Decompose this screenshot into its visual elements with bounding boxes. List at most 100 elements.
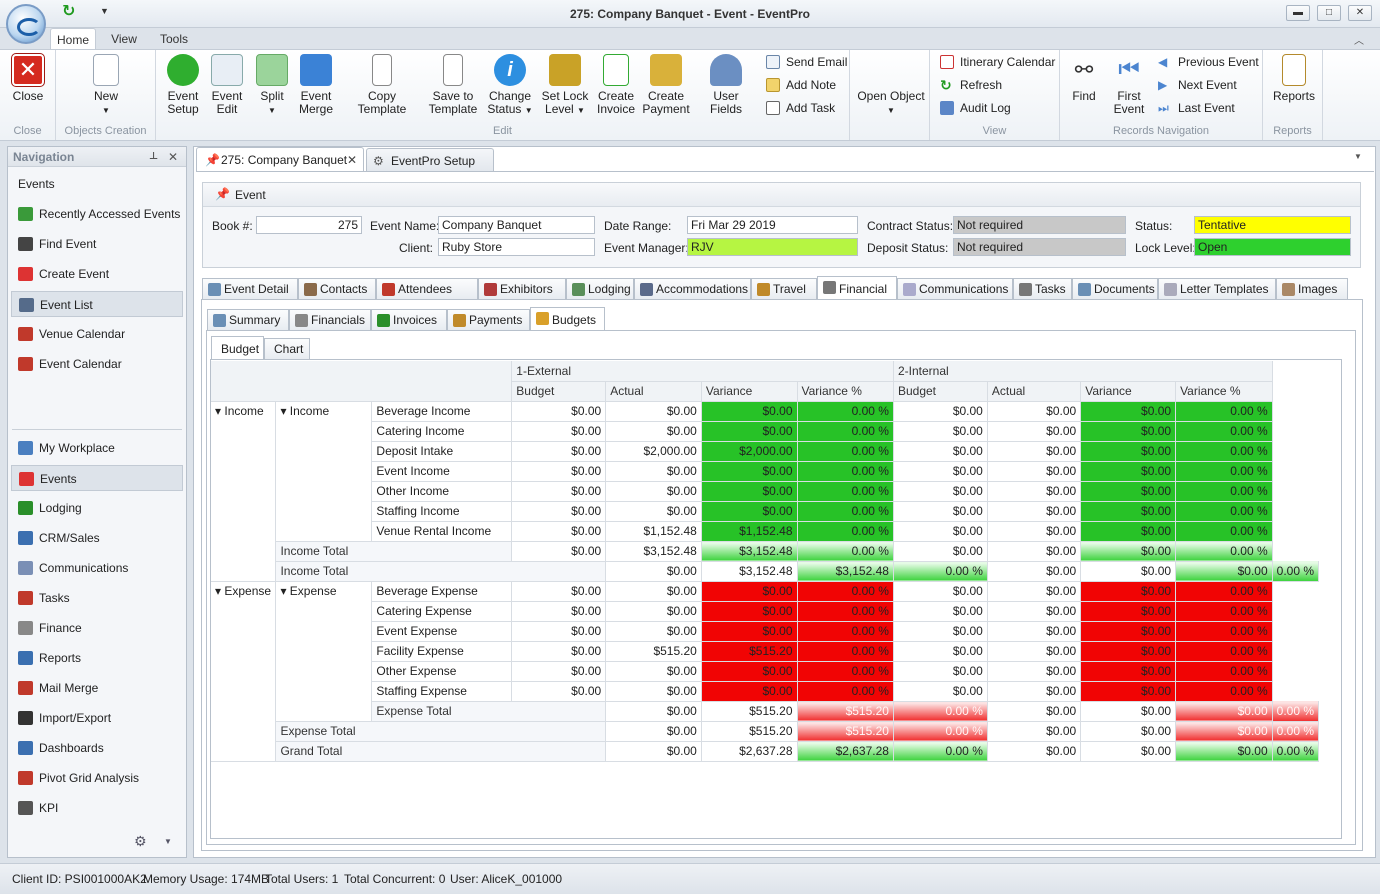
nav-item-mail-merge[interactable]: Mail Merge bbox=[11, 675, 183, 701]
nav-item-create-event[interactable]: Create Event bbox=[11, 261, 183, 287]
copy-template-button[interactable]: Copy Template bbox=[344, 54, 420, 116]
nav-item-event-list[interactable]: Event List bbox=[11, 291, 183, 317]
tab-budgets[interactable]: Budgets bbox=[530, 307, 605, 331]
row-label: Deposit Intake bbox=[371, 441, 513, 462]
user-fields-button[interactable]: User Fields bbox=[696, 54, 756, 116]
change-status-button[interactable]: i Change Status ▼ bbox=[486, 54, 534, 117]
tab-summary[interactable]: Summary bbox=[207, 309, 289, 331]
create-invoice-button[interactable]: Create Invoice bbox=[594, 54, 638, 116]
contacts-tab-icon bbox=[304, 283, 317, 296]
tab-tools[interactable]: Tools bbox=[154, 28, 194, 50]
tab-financials[interactable]: Financials bbox=[289, 309, 371, 331]
collapse-ribbon-icon[interactable]: ︿ bbox=[1354, 32, 1364, 47]
new-button[interactable]: New ▼ bbox=[86, 54, 126, 117]
split-button[interactable]: Split ▼ bbox=[254, 54, 290, 117]
reports-button[interactable]: Reports bbox=[1269, 54, 1319, 103]
event-name-field[interactable]: Company Banquet bbox=[438, 216, 595, 234]
add-note-button[interactable]: Add Note bbox=[766, 75, 836, 95]
save-to-template-button[interactable]: Save to Template bbox=[428, 54, 478, 116]
nav-item-communications[interactable]: Communications bbox=[11, 555, 183, 581]
tab-budget[interactable]: Budget bbox=[211, 336, 264, 360]
nav-item-recently-accessed-events[interactable]: Recently Accessed Events bbox=[11, 201, 183, 227]
refresh-button[interactable]: ↻ Refresh bbox=[940, 75, 1002, 95]
doc-tab-company-banquet[interactable]: 📌 275: Company Banquet ✕ bbox=[196, 147, 364, 171]
doc-tabs-dropdown-icon[interactable]: ▼ bbox=[1354, 152, 1362, 161]
nav-item-my-workplace[interactable]: My Workplace bbox=[11, 435, 183, 461]
tab-financial[interactable]: Financial bbox=[817, 276, 897, 300]
tab-letter-templates[interactable]: Letter Templates bbox=[1158, 278, 1276, 300]
nav-item-lodging[interactable]: Lodging bbox=[11, 495, 183, 521]
value-cell: $0.00 bbox=[1080, 461, 1177, 482]
next-event-button[interactable]: ▶ Next Event bbox=[1158, 75, 1237, 95]
nav-item-event-calendar[interactable]: Event Calendar bbox=[11, 351, 183, 377]
deposit-status-field[interactable]: Not required bbox=[953, 238, 1126, 256]
tab-lodging[interactable]: Lodging bbox=[566, 278, 634, 300]
app-logo-icon[interactable] bbox=[6, 4, 46, 44]
nav-settings-dropdown-icon[interactable]: ▼ bbox=[164, 837, 172, 846]
nav-item-reports[interactable]: Reports bbox=[11, 645, 183, 671]
collapse-arrow-icon[interactable]: ▾ bbox=[280, 404, 289, 418]
nav-item-tasks[interactable]: Tasks bbox=[11, 585, 183, 611]
send-email-button[interactable]: Send Email bbox=[766, 52, 847, 72]
nav-item-find-event[interactable]: Find Event bbox=[11, 231, 183, 257]
contract-status-field[interactable]: Not required bbox=[953, 216, 1126, 234]
open-object-button[interactable]: Open Object ▼ bbox=[856, 90, 926, 117]
tab-invoices[interactable]: Invoices bbox=[371, 309, 447, 331]
tab-home[interactable]: Home bbox=[50, 28, 96, 50]
tab-exhibitors[interactable]: Exhibitors bbox=[478, 278, 566, 300]
nav-item-import-export[interactable]: Import/Export bbox=[11, 705, 183, 731]
event-manager-field[interactable]: RJV bbox=[687, 238, 858, 256]
previous-event-button[interactable]: ◀ Previous Event bbox=[1158, 52, 1259, 72]
itinerary-calendar-button[interactable]: Itinerary Calendar bbox=[940, 52, 1055, 72]
nav-settings-gear-icon[interactable]: ⚙ bbox=[134, 833, 147, 850]
add-task-button[interactable]: Add Task bbox=[766, 98, 835, 118]
nav-item-crm-sales[interactable]: CRM/Sales bbox=[11, 525, 183, 551]
tab-accommodations[interactable]: Accommodations bbox=[634, 278, 751, 300]
tab-attendees[interactable]: Attendees bbox=[376, 278, 478, 300]
tab-documents[interactable]: Documents bbox=[1072, 278, 1158, 300]
audit-log-button[interactable]: Audit Log bbox=[940, 98, 1011, 118]
tab-images[interactable]: Images bbox=[1276, 278, 1348, 300]
status-bar: Client ID: PSI001000AK2 Memory Usage: 17… bbox=[0, 863, 1380, 894]
date-range-field[interactable]: Fri Mar 29 2019 bbox=[687, 216, 858, 234]
client-label: Client: bbox=[399, 241, 434, 255]
client-field[interactable]: Ruby Store bbox=[438, 238, 595, 256]
pin-icon[interactable]: ⊥ bbox=[149, 147, 158, 167]
create-payment-button[interactable]: Create Payment bbox=[642, 54, 690, 116]
close-window-button[interactable]: ✕ bbox=[1348, 5, 1372, 21]
tab-payments[interactable]: Payments bbox=[447, 309, 530, 331]
first-event-button[interactable]: ⏮ First Event bbox=[1110, 54, 1148, 116]
event-edit-button[interactable]: Event Edit bbox=[208, 54, 246, 116]
close-button[interactable]: ✕ Close bbox=[8, 54, 48, 103]
lock-level-field[interactable]: Open bbox=[1194, 238, 1351, 256]
find-button[interactable]: ⚯ Find bbox=[1066, 54, 1102, 103]
minimize-button[interactable]: ▬ bbox=[1286, 5, 1310, 21]
nav-item-venue-calendar[interactable]: Venue Calendar bbox=[11, 321, 183, 347]
nav-item-pivot-grid-analysis[interactable]: Pivot Grid Analysis bbox=[11, 765, 183, 791]
doc-tab-eventpro-setup[interactable]: ⚙ EventPro Setup bbox=[366, 148, 494, 172]
nav-item-dashboards[interactable]: Dashboards bbox=[11, 735, 183, 761]
collapse-arrow-icon[interactable]: ▾ bbox=[215, 404, 224, 418]
maximize-button[interactable]: □ bbox=[1317, 5, 1341, 21]
book-number-field[interactable]: 275 bbox=[256, 216, 362, 234]
tab-travel[interactable]: Travel bbox=[751, 278, 817, 300]
nav-item-kpi[interactable]: KPI bbox=[11, 795, 183, 821]
close-panel-icon[interactable]: ✕ bbox=[168, 147, 178, 167]
row-group-level1: ▾ Income bbox=[211, 401, 277, 582]
tab-view[interactable]: View bbox=[104, 28, 144, 50]
event-merge-button[interactable]: Event Merge bbox=[296, 54, 336, 116]
tab-event-detail[interactable]: Event Detail bbox=[202, 278, 298, 300]
status-field[interactable]: Tentative bbox=[1194, 216, 1351, 234]
nav-item-events[interactable]: Events bbox=[11, 465, 183, 491]
collapse-arrow-icon[interactable]: ▾ bbox=[280, 584, 289, 598]
close-doc-tab-icon[interactable]: ✕ bbox=[347, 148, 357, 172]
tab-tasks[interactable]: Tasks bbox=[1013, 278, 1072, 300]
tab-contacts[interactable]: Contacts bbox=[298, 278, 376, 300]
collapse-arrow-icon[interactable]: ▾ bbox=[215, 584, 224, 598]
tab-chart[interactable]: Chart bbox=[264, 338, 310, 360]
nav-item-finance[interactable]: Finance bbox=[11, 615, 183, 641]
tab-communications[interactable]: Communications bbox=[897, 278, 1013, 300]
event-setup-button[interactable]: Event Setup bbox=[164, 54, 202, 116]
last-event-button[interactable]: ⏭ Last Event bbox=[1158, 98, 1235, 118]
set-lock-level-button[interactable]: Set Lock Level ▼ bbox=[540, 54, 590, 117]
